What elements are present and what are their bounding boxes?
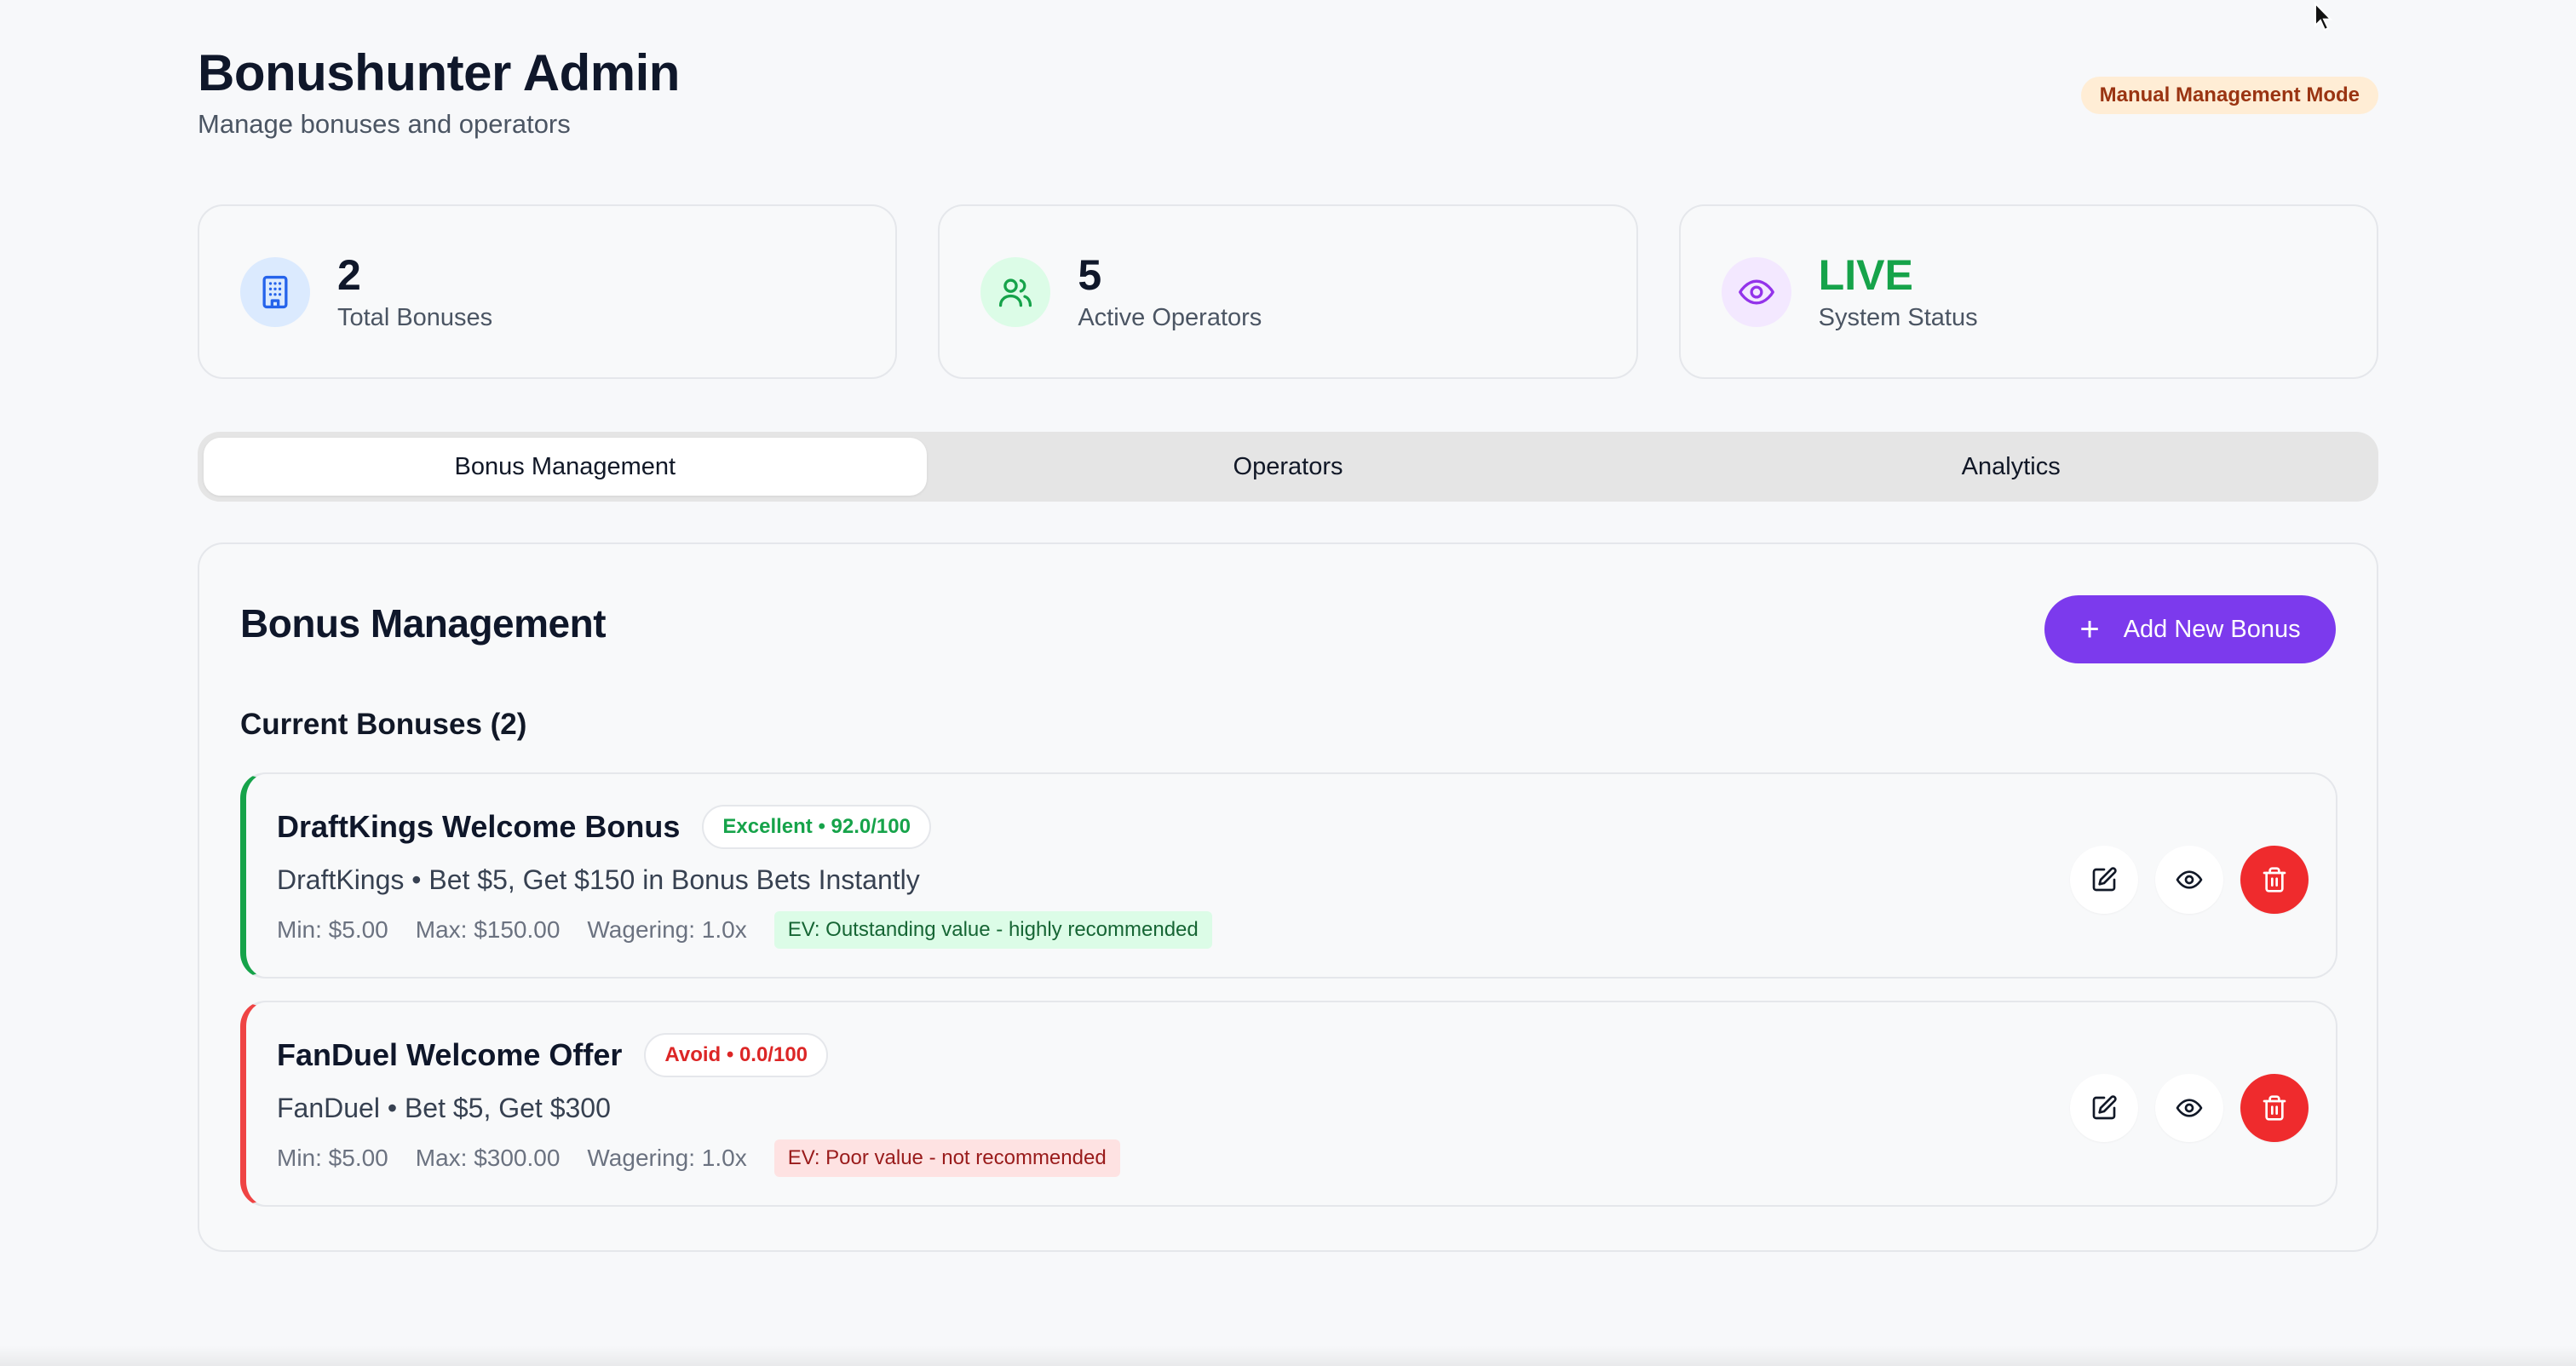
users-icon (980, 256, 1051, 327)
tab-analytics[interactable]: Analytics (1649, 438, 2372, 496)
plus-icon: + (2079, 611, 2100, 648)
stats-row: 2 Total Bonuses 5 Active Operators LIVE … (198, 204, 2378, 379)
bonus-min: Min: $5.00 (277, 1145, 388, 1171)
mode-badge: Manual Management Mode (2080, 77, 2378, 114)
stat-card-active-operators: 5 Active Operators (938, 204, 1638, 379)
bonus-card: FanDuel Welcome Offer Avoid • 0.0/100 Fa… (240, 1001, 2337, 1207)
add-new-bonus-label: Add New Bonus (2123, 615, 2301, 643)
bonus-description: FanDuel • Bet $5, Get $300 (277, 1093, 611, 1123)
bonus-actions (2070, 846, 2309, 914)
trash-icon (2263, 867, 2286, 892)
current-bonuses-title: Current Bonuses (2) (240, 708, 527, 741)
stat-value: 5 (1078, 251, 1102, 299)
panel-title: Bonus Management (240, 601, 607, 646)
trash-icon (2263, 1095, 2286, 1121)
edit-icon (2092, 1095, 2117, 1120)
bonus-name: DraftKings Welcome Bonus (277, 809, 681, 844)
edit-icon (2092, 867, 2117, 892)
bonus-max: Max: $300.00 (415, 1145, 561, 1171)
stat-card-total-bonuses: 2 Total Bonuses (198, 204, 898, 379)
mouse-cursor-icon (2314, 2, 2333, 32)
edit-bonus-button[interactable] (2070, 1074, 2138, 1142)
tab-bonus-management[interactable]: Bonus Management (204, 438, 927, 496)
view-bonus-button[interactable] (2155, 1074, 2223, 1142)
stat-value: 2 (337, 251, 361, 299)
bottom-shadow (0, 1346, 2576, 1366)
delete-bonus-button[interactable] (2240, 846, 2309, 914)
tab-bar: Bonus Management Operators Analytics (198, 432, 2378, 502)
bonus-max: Max: $150.00 (415, 916, 561, 943)
admin-page: Bonushunter Admin Manage bonuses and ope… (0, 0, 2576, 1366)
stat-value-live: LIVE (1818, 251, 1913, 299)
stat-label: Total Bonuses (337, 304, 493, 331)
bonus-management-panel: Bonus Management + Add New Bonus Current… (198, 542, 2378, 1252)
add-new-bonus-button[interactable]: + Add New Bonus (2044, 595, 2336, 663)
ev-tag: EV: Poor value - not recommended (773, 1139, 1120, 1177)
page-title: Bonushunter Admin (198, 44, 680, 101)
page-subtitle: Manage bonuses and operators (198, 109, 571, 139)
eye-icon (2176, 1099, 2203, 1117)
bonus-description: DraftKings • Bet $5, Get $150 in Bonus B… (277, 864, 920, 895)
bonus-wagering: Wagering: 1.0x (587, 1145, 747, 1171)
eye-icon (1721, 256, 1791, 327)
page-header: Bonushunter Admin Manage bonuses and ope… (198, 43, 2378, 153)
stat-label: System Status (1818, 304, 1978, 331)
building-icon (240, 256, 310, 327)
bonus-card: DraftKings Welcome Bonus Excellent • 92.… (240, 772, 2337, 979)
view-bonus-button[interactable] (2155, 846, 2223, 914)
eye-icon (2176, 870, 2203, 889)
bonus-wagering: Wagering: 1.0x (587, 916, 747, 943)
score-badge: Excellent • 92.0/100 (702, 805, 931, 849)
tab-operators[interactable]: Operators (927, 438, 1650, 496)
bonus-actions (2070, 1074, 2309, 1142)
score-badge: Avoid • 0.0/100 (644, 1033, 829, 1077)
bonus-min: Min: $5.00 (277, 916, 388, 943)
edit-bonus-button[interactable] (2070, 846, 2138, 914)
bonus-list: DraftKings Welcome Bonus Excellent • 92.… (240, 772, 2337, 1229)
delete-bonus-button[interactable] (2240, 1074, 2309, 1142)
stat-card-system-status: LIVE System Status (1678, 204, 2378, 379)
ev-tag: EV: Outstanding value - highly recommend… (773, 911, 1212, 949)
bonus-name: FanDuel Welcome Offer (277, 1037, 623, 1072)
stat-label: Active Operators (1078, 304, 1262, 331)
